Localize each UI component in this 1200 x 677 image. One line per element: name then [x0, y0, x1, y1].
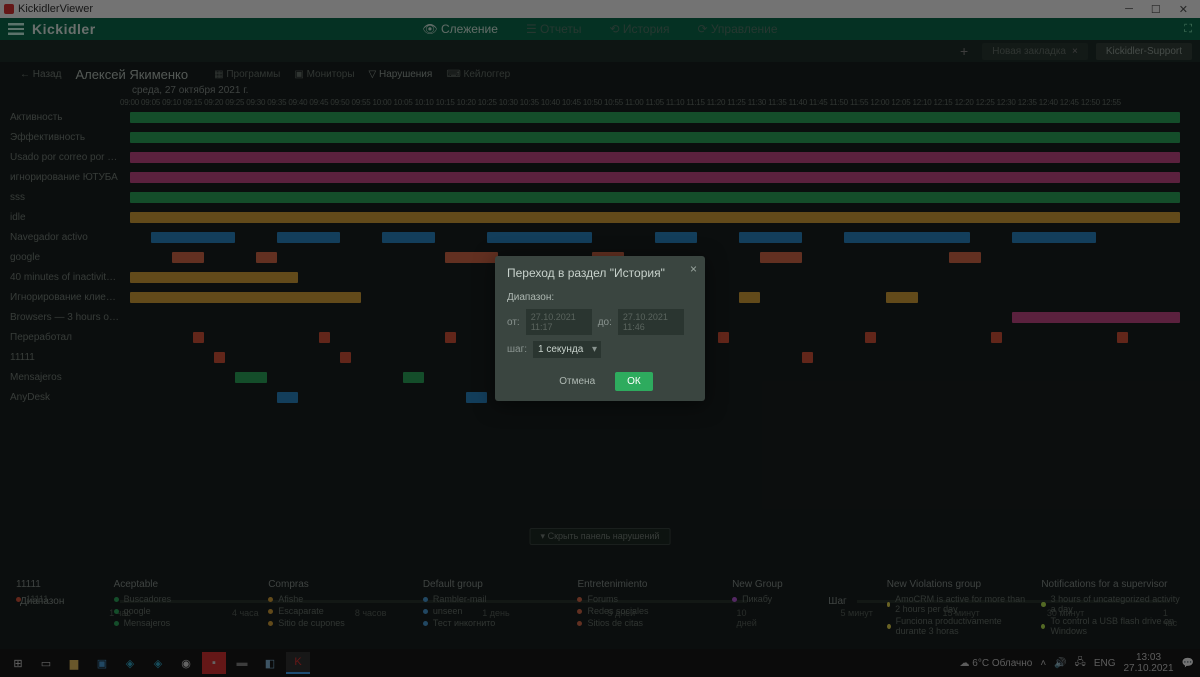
modal-overlay[interactable]: × Переход в раздел "История" Диапазон: о…	[0, 0, 1200, 677]
step-label-modal: шаг:	[507, 344, 527, 355]
to-label: до:	[598, 317, 612, 328]
from-field[interactable]: 27.10.2021 11:17	[526, 309, 592, 335]
step-select[interactable]: 1 секунда▾	[533, 341, 601, 358]
to-field[interactable]: 27.10.2021 11:46	[618, 309, 684, 335]
modal-range-label: Диапазон:	[507, 292, 693, 303]
ok-button[interactable]: ОК	[615, 372, 653, 391]
modal-title: Переход в раздел "История"	[507, 266, 693, 280]
cancel-button[interactable]: Отмена	[547, 372, 607, 391]
history-modal: × Переход в раздел "История" Диапазон: о…	[495, 256, 705, 401]
modal-close-icon[interactable]: ×	[690, 262, 697, 276]
from-label: от:	[507, 317, 520, 328]
